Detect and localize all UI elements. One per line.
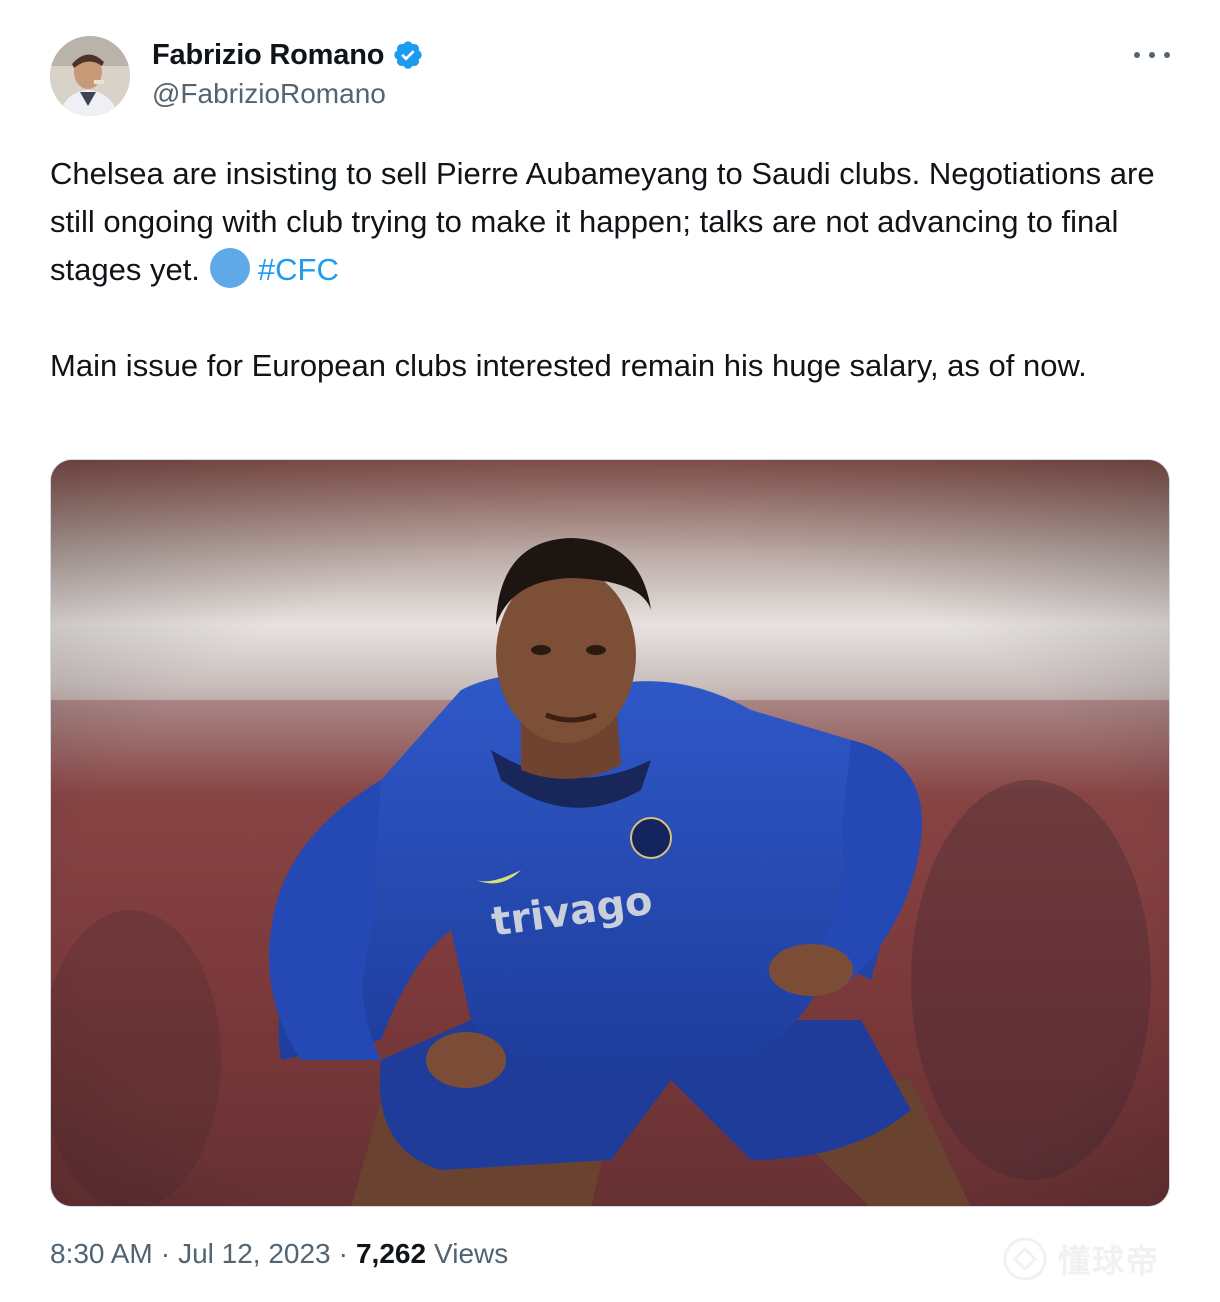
author-name[interactable]: Fabrizio Romano — [152, 39, 384, 72]
tweet-text: Chelsea are insisting to sell Pierre Aub… — [50, 150, 1170, 390]
more-options-icon[interactable] — [1134, 40, 1170, 70]
tweet-photo[interactable]: trivago — [50, 459, 1170, 1207]
more-dot — [1149, 52, 1155, 58]
tweet-card: Fabrizio Romano @FabrizioRomano Chelsea … — [0, 0, 1220, 1302]
views-label[interactable]: Views — [434, 1238, 508, 1270]
tweet-paragraph-1: Chelsea are insisting to sell Pierre Aub… — [50, 150, 1170, 294]
author-block: Fabrizio Romano @FabrizioRomano — [152, 38, 424, 110]
verified-badge-icon[interactable] — [392, 39, 424, 71]
author-handle[interactable]: @FabrizioRomano — [152, 78, 424, 110]
tweet-time[interactable]: 8:30 AM — [50, 1238, 153, 1270]
views-count[interactable]: 7,262 — [356, 1238, 426, 1270]
tweet-meta: 8:30 AM · Jul 12, 2023 · 7,262 Views — [50, 1238, 508, 1270]
watermark-text: 懂球帝 — [1058, 1243, 1161, 1279]
tweet-paragraph-2: Main issue for European clubs interested… — [50, 348, 1087, 383]
more-dot — [1164, 52, 1170, 58]
meta-separator: · — [338, 1238, 348, 1269]
watermark-logo-icon — [1003, 1237, 1047, 1281]
meta-separator: · — [160, 1238, 171, 1269]
tweet-date[interactable]: Jul 12, 2023 — [178, 1238, 331, 1270]
hashtag-link[interactable]: #CFC — [258, 252, 339, 287]
blue-circle-emoji — [209, 248, 250, 288]
avatar[interactable] — [50, 36, 130, 116]
watermark: 懂球帝 — [1000, 1234, 1160, 1284]
more-dot — [1134, 52, 1140, 58]
